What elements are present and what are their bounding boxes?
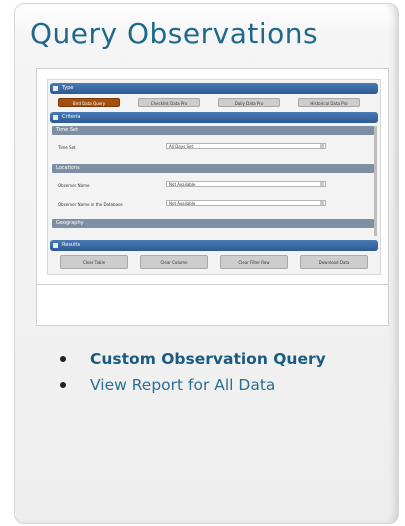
- query-preview-image[interactable]: Type Bird Data Query Checklist Data Pro …: [36, 68, 389, 326]
- row-select-1: All Days Set: [166, 143, 326, 149]
- custom-observation-query-link[interactable]: Custom Observation Query: [90, 350, 326, 368]
- view-report-all-data-link[interactable]: View Report for All Data: [90, 376, 275, 394]
- row-select-3: Not Available: [166, 200, 326, 206]
- type-section-label: Type: [62, 85, 74, 91]
- type-section-bar: Type: [50, 83, 378, 94]
- result-button-2: Clear Column: [140, 255, 208, 269]
- row-label-2: Observer Name: [58, 183, 90, 188]
- query-screenshot-thumbnail: Type Bird Data Query Checklist Data Pro …: [47, 79, 381, 275]
- preview-scrollbar: [374, 126, 377, 236]
- results-section-bar: Results: [50, 240, 378, 251]
- preview-divider: [37, 284, 388, 285]
- time-subsection: Time Set: [52, 126, 374, 135]
- locations-subsection: Locations: [52, 164, 374, 173]
- bullet-icon: [60, 382, 66, 388]
- row-label-3: Observer Name in the Database: [58, 202, 123, 207]
- collapse-icon: [53, 243, 58, 248]
- results-section-label: Results: [62, 242, 81, 248]
- geography-subsection: Geography: [52, 219, 374, 228]
- row-label-1: Time Set: [58, 145, 76, 150]
- row-select-2: Not Available: [166, 181, 326, 187]
- criteria-section-bar: Criteria: [50, 112, 378, 123]
- result-button-4: Download Data: [300, 255, 368, 269]
- collapse-icon: [53, 86, 58, 91]
- type-button-2: Checklist Data Pro: [138, 98, 200, 107]
- list-item: View Report for All Data: [56, 372, 326, 398]
- bullet-icon: [60, 356, 66, 362]
- type-button-1: Bird Data Query: [58, 98, 120, 107]
- type-button-4: Historical Data Pro: [298, 98, 360, 107]
- result-button-3: Clear Filter Row: [220, 255, 288, 269]
- collapse-icon: [53, 115, 58, 120]
- criteria-section-label: Criteria: [62, 114, 81, 120]
- list-item: Custom Observation Query: [56, 346, 326, 372]
- query-links-list: Custom Observation Query View Report for…: [56, 346, 326, 398]
- panel-title: Query Observations: [30, 17, 319, 50]
- type-button-3: Daily Data Pro: [218, 98, 280, 107]
- result-button-1: Clear Table: [60, 255, 128, 269]
